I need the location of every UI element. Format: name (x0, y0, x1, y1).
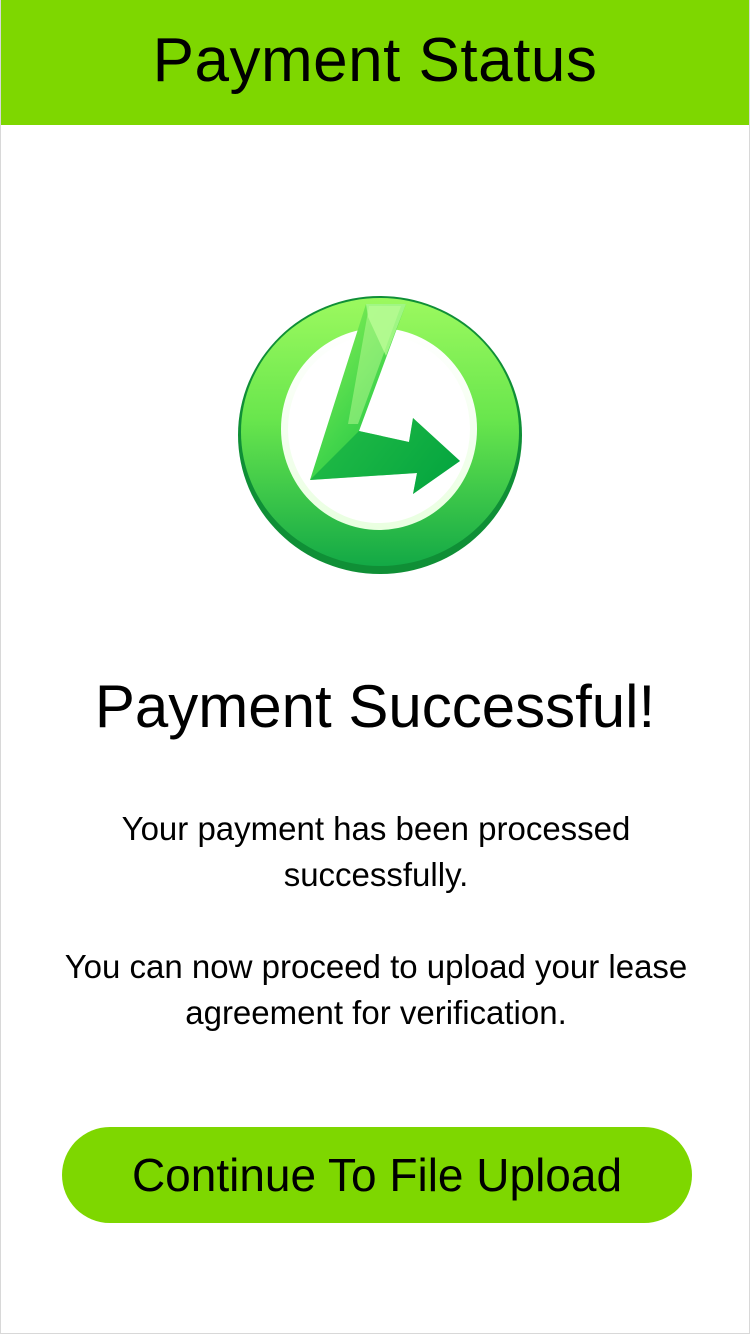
app-header: Payment Status (1, 0, 749, 125)
payment-status-screen: Payment Status Payment Successful! Your … (0, 0, 750, 1334)
page-title: Payment Status (152, 26, 598, 95)
upload-instruction-message: You can now proceed to upload your lease… (64, 948, 688, 1031)
continue-to-file-upload-button[interactable]: Continue To File Upload (62, 1127, 692, 1223)
continue-to-file-upload-label: Continue To File Upload (131, 1149, 623, 1201)
payment-success-logo-icon (235, 292, 525, 576)
payment-success-title: Payment Successful! (94, 673, 656, 740)
payment-success-message: Your payment has been processed successf… (121, 810, 631, 893)
